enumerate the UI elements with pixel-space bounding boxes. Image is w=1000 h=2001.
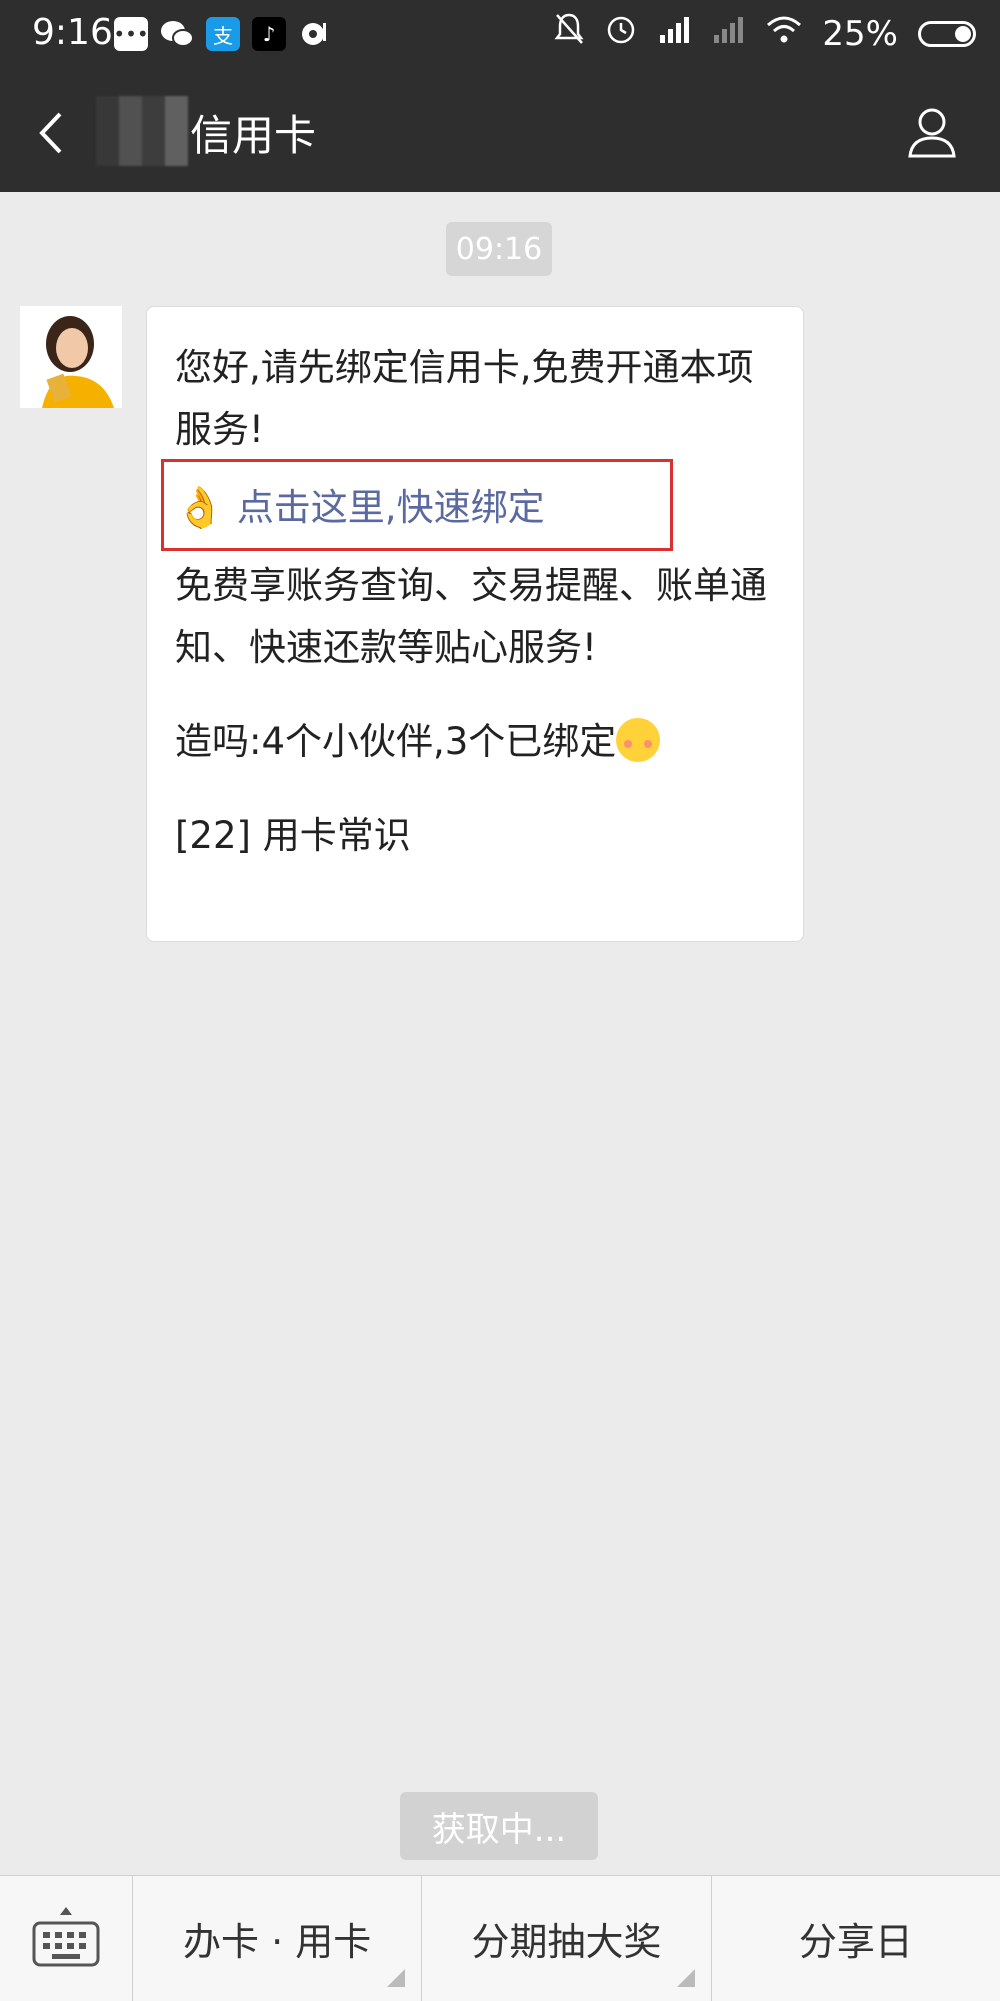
- menu-installment-lottery-label: 分期抽大奖: [471, 1920, 662, 1964]
- message-line-services: 免费享账务查询、交易提醒、账单通知、快速还款等贴心服务!: [175, 564, 767, 669]
- music-icon: [298, 17, 332, 51]
- highlight-box: [161, 459, 673, 551]
- loading-toast: 获取中...: [400, 1792, 598, 1860]
- submenu-indicator-icon: [676, 1969, 695, 1987]
- tiktok-icon: ♪: [252, 17, 286, 51]
- message-timestamp: 09:16: [446, 222, 552, 276]
- battery-icon: [918, 20, 976, 47]
- battery-percent: 25%: [822, 13, 898, 54]
- menu-share-day-label: 分享日: [798, 1920, 913, 1964]
- wifi-icon: [766, 14, 802, 54]
- profile-icon[interactable]: [906, 104, 958, 160]
- alarm-icon: [604, 12, 638, 55]
- alipay-icon: 支: [206, 17, 240, 51]
- blurred-name: [96, 96, 188, 166]
- status-bar: 9:16 ••• 支 ♪ 25%: [0, 0, 1000, 70]
- keyboard-icon: [32, 1906, 100, 1966]
- back-arrow-icon[interactable]: [32, 108, 72, 158]
- menu-apply-use-card-label: 办卡 · 用卡: [183, 1920, 372, 1964]
- avatar[interactable]: [20, 306, 122, 408]
- mute-icon: [554, 12, 584, 55]
- nav-bar: 信用卡: [0, 70, 1000, 192]
- menu-installment-lottery[interactable]: 分期抽大奖: [422, 1876, 712, 2001]
- smile-emoji-icon: [616, 718, 661, 762]
- message-line-friends: 造吗:4个小伙伴,3个已绑定: [175, 720, 617, 763]
- chat-title: 信用卡: [190, 111, 317, 160]
- notification-icons: ••• 支 ♪: [113, 17, 332, 51]
- message-icon: •••: [113, 17, 149, 51]
- system-status: 25%: [554, 12, 976, 55]
- message-bubble: 您好,请先绑定信用卡,免费开通本项服务! 👌 点击这里,快速绑定 免费享账务查询…: [146, 306, 804, 942]
- menu-share-day[interactable]: 分享日: [712, 1876, 1000, 2001]
- signal-icon: [658, 14, 692, 54]
- signal-2-icon: [712, 14, 746, 54]
- message-line-intro: 您好,请先绑定信用卡,免费开通本项服务!: [175, 346, 754, 451]
- bottom-menu: 办卡 · 用卡 分期抽大奖 分享日: [0, 1875, 1000, 2001]
- submenu-indicator-icon: [387, 1969, 406, 1987]
- wechat-icon: [160, 17, 194, 51]
- bind-card-link[interactable]: 👌 点击这里,快速绑定: [161, 459, 775, 555]
- menu-apply-use-card[interactable]: 办卡 · 用卡: [133, 1876, 423, 2001]
- card-tips-link[interactable]: [22] 用卡常识: [175, 805, 775, 867]
- keyboard-toggle-button[interactable]: [0, 1876, 133, 2001]
- status-time: 9:16: [32, 12, 113, 53]
